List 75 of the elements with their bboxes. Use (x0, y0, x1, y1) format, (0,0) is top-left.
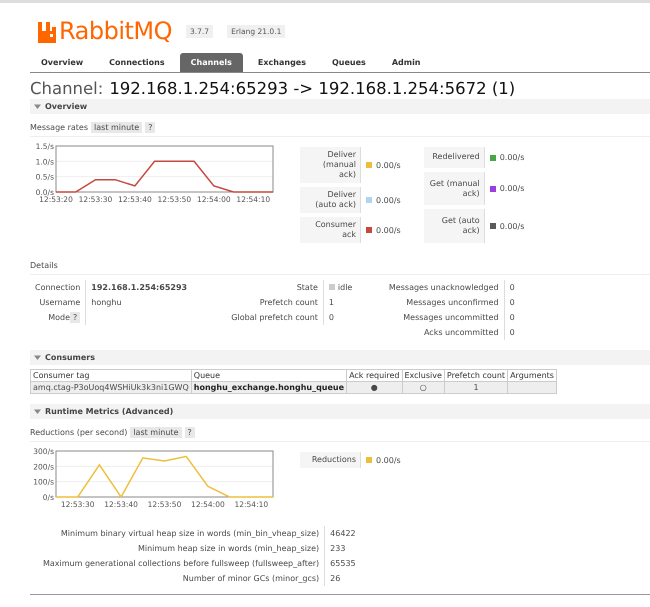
field-value: 0 (510, 298, 515, 307)
nav-tab[interactable]: Queues (321, 53, 377, 72)
legend-label: Get (manual ack) (430, 178, 480, 198)
field-label: Connection (35, 283, 80, 292)
nav-tab[interactable]: Overview (30, 53, 94, 72)
legend-label: Redelivered (432, 152, 480, 162)
table-cell: 1 (473, 383, 479, 392)
column-header: Consumer tag (30, 370, 192, 382)
legend-label: Reductions (312, 455, 356, 464)
range-selector[interactable]: last minute (91, 122, 142, 133)
field-label: Number of minor GCs (minor_gcs) (182, 574, 320, 583)
logo-icon (38, 22, 58, 43)
field-label: Minimum heap size in words (min_heap_size) (138, 544, 320, 553)
status-icon (328, 284, 335, 290)
legend-value: 0.00/s (376, 160, 401, 170)
field-value: 0 (328, 313, 334, 322)
legend-value: 0.00/s (376, 456, 401, 464)
rates-label: Message rates (30, 123, 88, 132)
legend-value: 0.00/s (500, 184, 524, 194)
field-label: Minimum binary virtual heap size in words (min_bin_vheap_size) (60, 529, 320, 538)
nav-tab[interactable]: Exchanges (246, 53, 317, 72)
section-header[interactable]: Overview (30, 99, 650, 114)
field-label: Messages uncommitted (403, 313, 499, 322)
page-title: 192.168.1.254:65293 -> 192.168.1.254:5672 (1) (109, 79, 516, 98)
help-button[interactable]: ? (184, 427, 195, 438)
legend-label: Deliver (auto ack) (315, 190, 356, 209)
section-header[interactable]: Consumers (30, 350, 650, 365)
field-label: Acks uncommitted (424, 328, 499, 337)
field-label: Username (39, 298, 80, 307)
field-value: 0 (510, 313, 515, 322)
field-value: 0 (510, 328, 515, 337)
table-cell: ● (370, 383, 378, 392)
field-value: honghu (91, 298, 122, 307)
collapse-icon (34, 103, 41, 110)
nav-tab[interactable]: Channels (180, 53, 243, 72)
legend-label: Consumer ack (315, 220, 356, 239)
collapse-icon (34, 408, 41, 415)
logo-text: RabbitMQ (59, 19, 172, 43)
field-value: 26 (330, 574, 340, 583)
field-value: 233 (330, 544, 346, 553)
help-button[interactable]: ? (145, 122, 156, 133)
legend-value: 0.00/s (376, 226, 401, 234)
legend-label: Get (auto ack) (442, 216, 480, 236)
range-selector[interactable]: last minute (130, 427, 182, 438)
column-header: Prefetch count (444, 370, 508, 382)
field-label: Messages unconfirmed (406, 298, 499, 307)
field-value: 46422 (330, 529, 356, 538)
table-cell: amq.ctag-P3oUoq4WSHiUk3k3ni1GWQ (33, 383, 189, 392)
legend-value: 0.00/s (500, 152, 524, 162)
legend-label: Deliver (manual ack) (322, 150, 356, 179)
legend-value: 0.00/s (376, 196, 401, 204)
help-button[interactable]: ? (70, 312, 80, 323)
column-header: Queue (191, 370, 347, 382)
nav-tab[interactable]: Admin (380, 53, 432, 72)
legend-value: 0.00/s (500, 222, 524, 231)
rates-label: Reductions (per second) (30, 428, 128, 437)
page-title-label: Channel: (30, 79, 104, 98)
field-label: Global prefetch count (231, 313, 318, 322)
field-value: 1 (328, 298, 334, 307)
field-value: idle (338, 283, 352, 292)
column-header: Ack required (346, 370, 402, 382)
column-header: Arguments (508, 370, 556, 382)
field-value: 0 (510, 283, 515, 292)
table-cell: ○ (420, 383, 427, 392)
field-label: Prefetch count (260, 298, 318, 307)
nav-tab[interactable]: Connections (98, 53, 176, 72)
field-value: 65535 (330, 559, 356, 568)
section-header[interactable]: Runtime Metrics (Advanced) (30, 404, 650, 419)
field-label: Messages unacknowledged (388, 283, 499, 292)
field-label: Maximum generational collections before fullsweep (fullsweep_after) (43, 559, 320, 568)
details-heading: Details (30, 261, 650, 275)
field-label: State (296, 283, 318, 292)
collapse-icon (34, 354, 41, 361)
field-label: Mode (48, 313, 70, 322)
field-value: 192.168.1.254:65293 (91, 283, 188, 292)
